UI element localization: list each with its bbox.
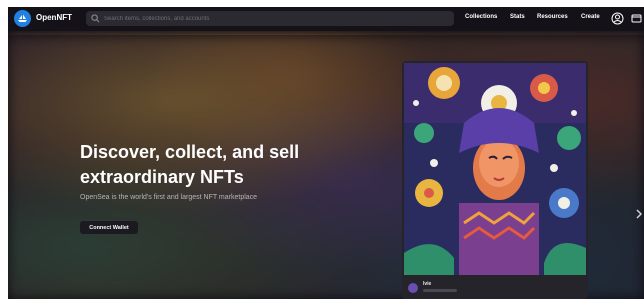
nav-link-stats[interactable]: Stats	[510, 14, 525, 20]
chevron-right-icon[interactable]	[634, 207, 644, 221]
creator-subtitle-placeholder	[423, 289, 457, 292]
search-bar[interactable]	[86, 11, 454, 26]
brand-name[interactable]: OpenNFT	[36, 13, 72, 22]
card-footer: Ivie	[402, 275, 588, 299]
featured-nft-artwork	[404, 63, 586, 275]
browser-viewport: OpenNFT Collections Stats Resources Crea…	[8, 7, 644, 299]
search-icon	[91, 14, 100, 23]
hero-title: Discover, collect, and sell extraordinar…	[80, 140, 360, 190]
boat-icon	[18, 14, 27, 22]
search-input[interactable]	[104, 11, 444, 26]
top-navbar: OpenNFT Collections Stats Resources Crea…	[8, 7, 644, 31]
hero-subtitle: OpenSea is the world's first and largest…	[80, 194, 258, 201]
creator-name[interactable]: Ivie	[423, 281, 431, 287]
hero-title-line1: Discover, collect, and sell	[80, 142, 300, 162]
featured-nft-card[interactable]: Ivie	[402, 61, 588, 299]
connect-wallet-button[interactable]: Connect Wallet	[80, 221, 138, 234]
creator-avatar[interactable]	[408, 283, 418, 293]
hero-title-line2: extraordinary NFTs	[80, 167, 244, 187]
wallet-icon[interactable]	[630, 12, 643, 25]
nav-link-collections[interactable]: Collections	[465, 14, 497, 20]
nav-link-resources[interactable]: Resources	[537, 14, 568, 20]
account-icon[interactable]	[611, 12, 624, 25]
nav-link-create[interactable]: Create	[581, 14, 600, 20]
brand-logo[interactable]	[14, 10, 31, 27]
